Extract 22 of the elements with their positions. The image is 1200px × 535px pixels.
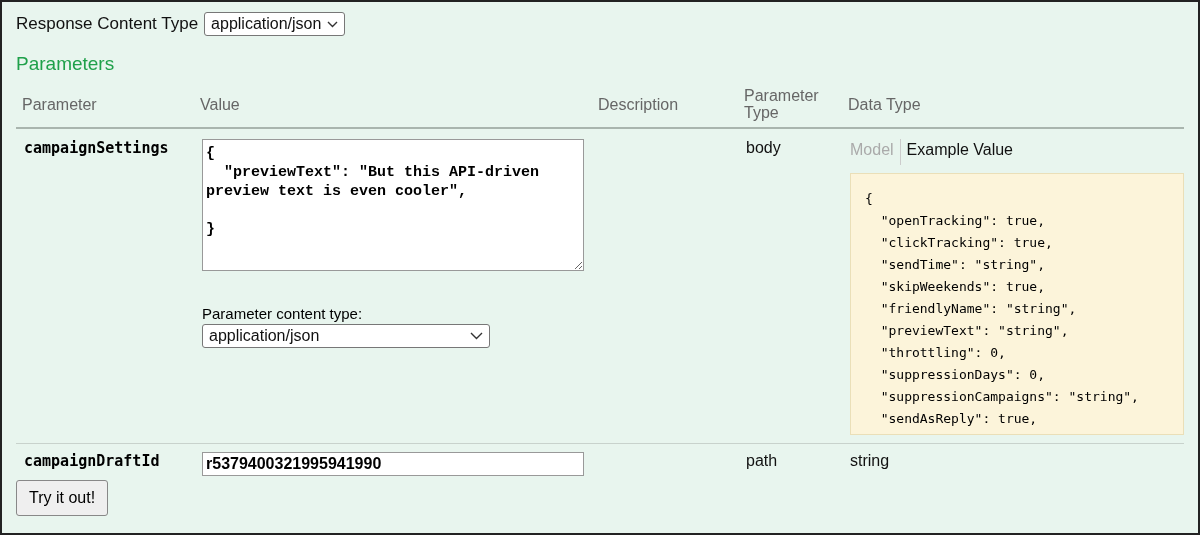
column-header: Parameter Type <box>744 87 820 121</box>
content-type-label: Parameter content type: <box>202 305 363 322</box>
content-type-select[interactable]: application/json <box>202 324 490 348</box>
caret-icon <box>470 332 483 340</box>
try-it-out-button[interactable]: Try it out! <box>16 480 109 516</box>
model-tab[interactable]: Example Value <box>899 139 1019 165</box>
column-header: Data Type <box>848 95 922 113</box>
json-input-field[interactable]: { "previewText": "But this API-driven preview text is even cooler", } <box>202 139 584 271</box>
column-header: Parameter <box>22 95 98 113</box>
caret-icon <box>327 20 339 28</box>
parameter-input-field[interactable]: r5379400321995941990 <box>202 452 584 476</box>
column-header: Description <box>598 95 680 113</box>
parameter-name: campaignSettings <box>24 139 170 159</box>
parameter-type: path <box>746 452 779 471</box>
parameter-name: campaignDraftId <box>24 452 161 472</box>
column-header: Value <box>200 95 241 113</box>
example-value-code: { "openTracking": true, "clickTracking": true, "sendTime": "string", "skipWeekends": true, "friendlyName": "string", "previewText": "string", "throttling": 0, "suppressionDays": 0, "suppressionCampaigns": "string", "sendAsReply": true, <box>850 173 1184 435</box>
parameters-heading: Parameters <box>16 53 116 75</box>
response-content-type-label: Response Content Type <box>16 14 199 34</box>
data-type: string <box>850 452 890 469</box>
parameter-type: body <box>746 139 782 158</box>
response-content-type-select[interactable]: application/json <box>204 12 346 36</box>
